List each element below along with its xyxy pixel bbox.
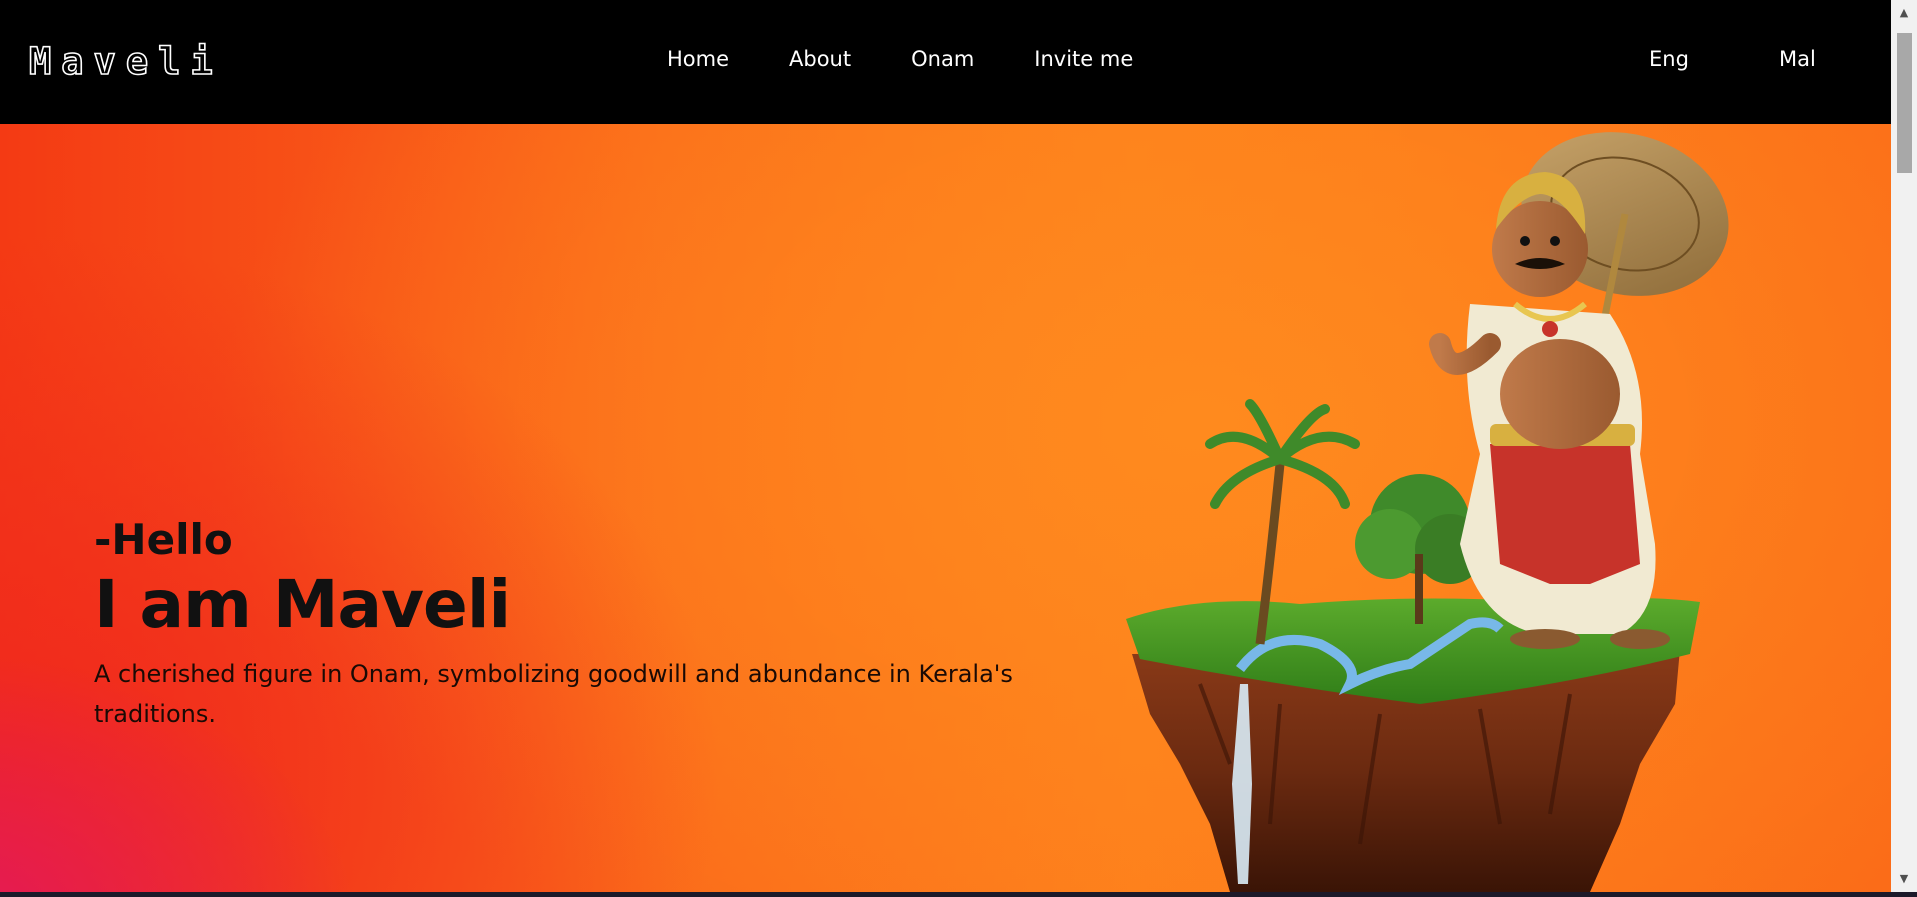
- window-bottom-edge: [0, 892, 1917, 897]
- scroll-thumb[interactable]: [1897, 33, 1912, 173]
- nav-link-home[interactable]: Home: [667, 47, 729, 71]
- hero-headline: I am Maveli: [94, 566, 511, 643]
- maveli-illustration: [1126, 132, 1729, 892]
- scroll-down-arrow-icon[interactable]: ▼: [1891, 866, 1917, 892]
- language-english-button[interactable]: Eng: [1649, 47, 1689, 71]
- nav-link-onam[interactable]: Onam: [911, 47, 974, 71]
- site-logo[interactable]: Maveli: [28, 39, 223, 84]
- navbar: Maveli Home About Onam Invite me Eng Mal: [0, 0, 1891, 124]
- hero-section: -Hello I am Maveli A cherished figure in…: [0, 124, 1891, 892]
- scrollbar[interactable]: ▲ ▼: [1891, 0, 1917, 892]
- scroll-up-arrow-icon[interactable]: ▲: [1891, 0, 1917, 26]
- hero-tagline: A cherished figure in Onam, symbolizing …: [94, 660, 1013, 728]
- page: Maveli Home About Onam Invite me Eng Mal…: [0, 0, 1917, 897]
- nav-link-about[interactable]: About: [789, 47, 851, 71]
- hero-greeting: -Hello: [94, 515, 233, 564]
- hero-text: -Hello I am Maveli A cherished figure in…: [94, 514, 1094, 734]
- language-malayalam-button[interactable]: Mal: [1779, 47, 1816, 71]
- nav-links: Home About Onam Invite me: [667, 47, 1193, 71]
- nav-link-invite[interactable]: Invite me: [1034, 47, 1133, 71]
